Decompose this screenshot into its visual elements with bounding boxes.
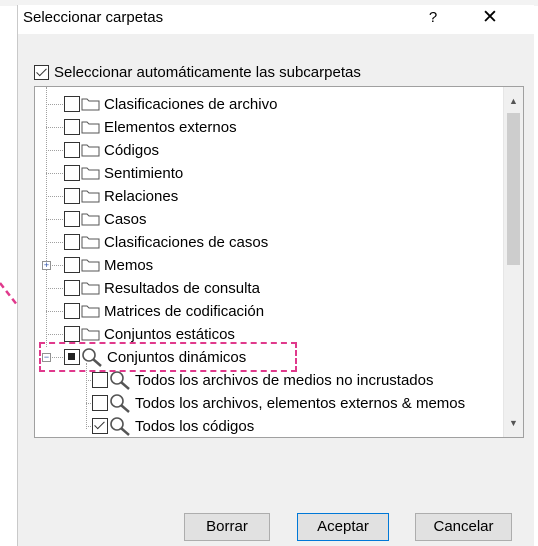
search-icon	[108, 416, 131, 436]
auto-select-subfolders-checkbox[interactable]	[34, 64, 49, 80]
tree-item-label: Relaciones	[104, 187, 179, 205]
folder-icon	[80, 143, 100, 157]
help-button[interactable]: ?	[408, 5, 458, 34]
folder-icon	[80, 258, 100, 272]
tree-item-checkbox[interactable]	[64, 142, 80, 158]
tree-item-label: Matrices de codificación	[104, 302, 265, 320]
tree-item-label: Códigos	[104, 141, 160, 159]
vertical-scrollbar[interactable]: ▲ ▼	[503, 87, 523, 437]
tree-item-checkbox[interactable]	[92, 418, 108, 434]
tree-item-checkbox[interactable]	[64, 165, 80, 181]
select-folders-dialog: Seleccionar carpetas ? ✕ Seleccionar aut…	[17, 5, 534, 546]
highlight-annotation	[39, 342, 297, 372]
scroll-down-icon[interactable]: ▼	[504, 412, 523, 434]
tree-item[interactable]: Todos los archivos, elementos externos &…	[92, 392, 465, 414]
scroll-thumb[interactable]	[507, 113, 520, 265]
tree-item-checkbox[interactable]	[64, 211, 80, 227]
tree-connector	[86, 363, 87, 429]
folder-tree[interactable]: Clasificaciones de archivo Elementos exte…	[34, 86, 524, 438]
tree-connector	[46, 334, 63, 335]
tree-item-label: Sentimiento	[104, 164, 184, 182]
search-icon	[108, 393, 131, 413]
expand-icon[interactable]: +	[42, 261, 51, 270]
tree-item[interactable]: Todos los archivos de medios no incrusta…	[92, 369, 434, 391]
tree-item-label: Todos los archivos, elementos externos &…	[135, 394, 466, 412]
search-icon	[108, 370, 131, 390]
tree-item[interactable]: Relaciones	[64, 185, 178, 207]
folder-icon	[80, 97, 100, 111]
dialog-title: Seleccionar carpetas	[23, 9, 164, 26]
folder-icon	[80, 327, 100, 341]
folder-icon	[80, 212, 100, 226]
tree-item[interactable]: Elementos externos	[64, 116, 237, 138]
tree-item-label: Conjuntos estáticos	[104, 325, 235, 343]
tree-item[interactable]: Clasificaciones de casos	[64, 231, 268, 253]
title-bar: Seleccionar carpetas ? ✕	[18, 5, 534, 34]
tree-connector	[46, 150, 63, 151]
tree-item-checkbox[interactable]	[64, 96, 80, 112]
tree-item-checkbox[interactable]	[92, 372, 108, 388]
tree-connector	[46, 311, 63, 312]
folder-icon	[80, 120, 100, 134]
tree-item-checkbox[interactable]	[64, 303, 80, 319]
scroll-up-icon[interactable]: ▲	[504, 90, 523, 112]
tree-connector	[86, 426, 91, 427]
tree-item[interactable]: Todos los códigos	[92, 415, 254, 437]
tree-connector	[86, 380, 91, 381]
tree-item-label: Clasificaciones de archivo	[104, 95, 278, 113]
tree-item-checkbox[interactable]	[64, 326, 80, 342]
tree-connector	[46, 87, 47, 347]
cancel-button[interactable]: Cancelar	[415, 513, 512, 541]
tree-connector	[46, 219, 63, 220]
tree-connector	[46, 104, 63, 105]
auto-select-subfolders-option[interactable]: Seleccionar automáticamente las subcarpe…	[34, 61, 361, 83]
auto-select-subfolders-label: Seleccionar automáticamente las subcarpe…	[54, 63, 361, 81]
tree-connector	[46, 288, 63, 289]
tree-item-checkbox[interactable]	[64, 119, 80, 135]
tree-connector	[46, 173, 63, 174]
tree-item-label: Memos	[104, 256, 154, 274]
tree-item-checkbox[interactable]	[92, 395, 108, 411]
tree-item[interactable]: Memos	[64, 254, 153, 276]
tree-item-checkbox[interactable]	[64, 234, 80, 250]
folder-icon	[80, 235, 100, 249]
tree-item[interactable]: Clasificaciones de archivo	[64, 93, 277, 115]
tree-item-label: Todos los archivos de medios no incrusta…	[135, 371, 434, 389]
tree-item[interactable]: Sentimiento	[64, 162, 183, 184]
tree-item[interactable]: Resultados de consulta	[64, 277, 260, 299]
tree-connector	[86, 403, 91, 404]
folder-icon	[80, 189, 100, 203]
tree-item-label: Clasificaciones de casos	[104, 233, 269, 251]
tree-item[interactable]: Matrices de codificación	[64, 300, 264, 322]
tree-item-label: Resultados de consulta	[104, 279, 260, 297]
tree-item-label: Elementos externos	[104, 118, 237, 136]
folder-icon	[80, 281, 100, 295]
tree-item-checkbox[interactable]	[64, 280, 80, 296]
tree-item[interactable]: Códigos	[64, 139, 159, 161]
tree-item[interactable]: Casos	[64, 208, 147, 230]
tree-item-checkbox[interactable]	[64, 188, 80, 204]
close-button[interactable]: ✕	[460, 5, 520, 34]
clear-button[interactable]: Borrar	[184, 513, 270, 541]
tree-item-checkbox[interactable]	[64, 257, 80, 273]
folder-icon	[80, 166, 100, 180]
accept-button[interactable]: Aceptar	[297, 513, 389, 541]
tree-connector	[46, 242, 63, 243]
tree-connector	[46, 196, 63, 197]
tree-connector	[46, 127, 63, 128]
tree-item-label: Casos	[104, 210, 147, 228]
tree-item-label: Todos los códigos	[135, 417, 255, 435]
folder-icon	[80, 304, 100, 318]
